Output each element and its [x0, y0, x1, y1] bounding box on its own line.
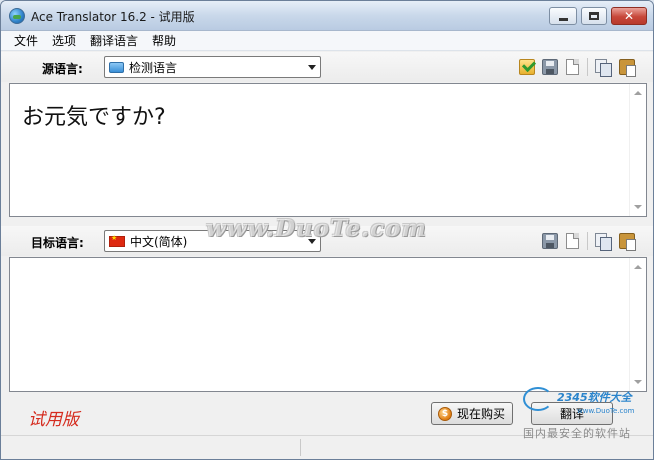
- save-source-icon[interactable]: [542, 59, 558, 75]
- globe-icon: [9, 8, 25, 24]
- maximize-icon: [589, 12, 599, 20]
- paste-icon[interactable]: [619, 233, 636, 251]
- source-language-label: 源语言:: [42, 62, 83, 76]
- save-target-icon[interactable]: [542, 233, 558, 249]
- buy-now-label: 现在购买: [457, 407, 506, 421]
- copy-icon[interactable]: [595, 59, 612, 77]
- source-text: お元気ですか?: [22, 105, 166, 130]
- menu-file[interactable]: 文件: [1, 32, 45, 49]
- target-text-area[interactable]: [9, 257, 647, 392]
- minimize-button[interactable]: [549, 7, 577, 25]
- new-document-icon[interactable]: [566, 233, 579, 249]
- scroll-down-icon[interactable]: [634, 380, 642, 384]
- scroll-up-icon[interactable]: [634, 265, 642, 269]
- source-language-select[interactable]: 检测语言: [104, 56, 321, 78]
- spellcheck-icon[interactable]: [519, 59, 535, 75]
- window-title: Ace Translator 16.2 - 试用版: [31, 10, 195, 24]
- target-language-label: 目标语言:: [31, 236, 84, 250]
- close-icon: ✕: [623, 9, 635, 23]
- trial-label: 试用版: [28, 410, 79, 430]
- buy-now-button[interactable]: $ 现在购买: [431, 402, 513, 425]
- source-language-bar: 源语言: 检测语言: [1, 52, 653, 82]
- minimize-icon: [558, 17, 568, 21]
- paste-icon[interactable]: [619, 59, 636, 77]
- detect-language-icon: [109, 61, 124, 73]
- toolbar-divider: [587, 58, 588, 76]
- bottom-panel: 试用版 $ 现在购买 翻译: [1, 393, 653, 435]
- source-language-value: 检测语言: [129, 60, 178, 75]
- coin-icon: $: [438, 406, 452, 421]
- menu-help[interactable]: 帮助: [145, 32, 183, 49]
- menu-options[interactable]: 选项: [45, 32, 83, 49]
- source-text-area[interactable]: お元気ですか?: [9, 83, 647, 217]
- status-cell: [1, 439, 301, 456]
- translate-button[interactable]: 翻译: [531, 402, 613, 425]
- toolbar-divider: [587, 232, 588, 250]
- app-window: Ace Translator 16.2 - 试用版 ✕ 文件 选项 翻译语言 帮…: [0, 0, 654, 460]
- target-scrollbar[interactable]: [629, 258, 646, 391]
- source-scrollbar[interactable]: [629, 84, 646, 216]
- target-language-bar: 目标语言: 中文(简体): [1, 226, 653, 256]
- chevron-down-icon[interactable]: [308, 65, 316, 70]
- china-flag-icon: [109, 234, 125, 247]
- copy-icon[interactable]: [595, 233, 612, 251]
- close-button[interactable]: ✕: [611, 7, 647, 25]
- scroll-down-icon[interactable]: [634, 205, 642, 209]
- new-document-icon[interactable]: [566, 59, 579, 75]
- maximize-button[interactable]: [581, 7, 607, 25]
- menu-bar: 文件 选项 翻译语言 帮助: [1, 31, 653, 51]
- chevron-down-icon[interactable]: [308, 239, 316, 244]
- target-language-select[interactable]: 中文(简体): [104, 230, 321, 252]
- scroll-up-icon[interactable]: [634, 91, 642, 95]
- menu-translation-languages[interactable]: 翻译语言: [83, 32, 145, 49]
- target-language-value: 中文(简体): [130, 234, 188, 249]
- title-bar[interactable]: Ace Translator 16.2 - 试用版 ✕: [1, 1, 653, 31]
- status-bar: [1, 435, 653, 459]
